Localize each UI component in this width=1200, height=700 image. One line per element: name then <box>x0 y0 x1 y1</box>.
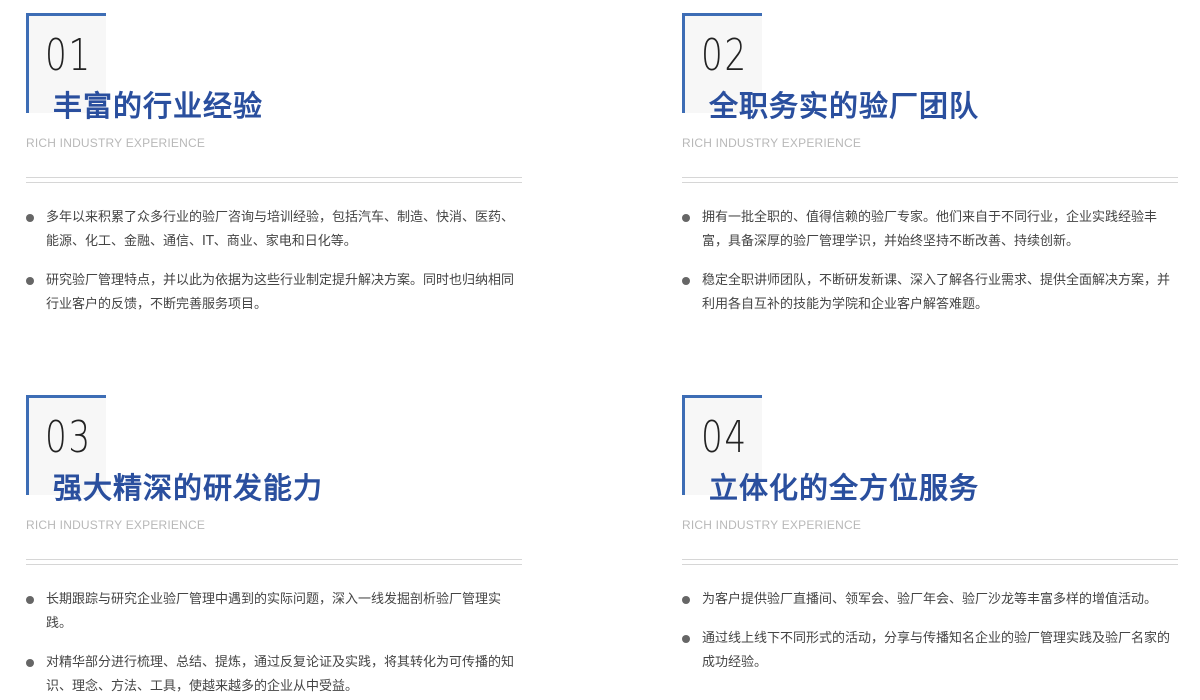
feature-section-2: 02 全职务实的验厂团队 RICH INDUSTRY EXPERIENCE 拥有… <box>682 13 1182 332</box>
list-item: 对精华部分进行梳理、总结、提炼，通过反复论证及实践，将其转化为可传播的知识、理念… <box>26 651 526 699</box>
bullet-icon <box>682 635 690 643</box>
section-number: 01 <box>45 30 92 81</box>
feature-list: 长期跟踪与研究企业验厂管理中遇到的实际问题，深入一线发掘剖析验厂管理实践。 对精… <box>26 588 526 699</box>
section-number: 02 <box>701 30 748 81</box>
section-number-box: 02 全职务实的验厂团队 <box>682 13 978 123</box>
bullet-icon <box>682 277 690 285</box>
section-subtitle: RICH INDUSTRY EXPERIENCE <box>682 518 862 532</box>
bullet-icon <box>26 596 34 604</box>
bullet-icon <box>682 214 690 222</box>
section-number-box: 01 丰富的行业经验 <box>26 13 262 123</box>
bullet-icon <box>682 596 690 604</box>
feature-list: 拥有一批全职的、值得信赖的验厂专家。他们来自于不同行业，企业实践经验丰富，具备深… <box>682 206 1182 317</box>
section-title: 强大精深的研发能力 <box>53 471 324 505</box>
feature-section-4: 04 立体化的全方位服务 RICH INDUSTRY EXPERIENCE 为客… <box>682 395 1182 690</box>
section-divider <box>682 177 1178 183</box>
section-title: 丰富的行业经验 <box>53 89 264 123</box>
feature-section-3: 03 强大精深的研发能力 RICH INDUSTRY EXPERIENCE 长期… <box>26 395 526 700</box>
section-title: 全职务实的验厂团队 <box>709 89 980 123</box>
list-item: 研究验厂管理特点，并以此为依据为这些行业制定提升解决方案。同时也归纳相同行业客户… <box>26 269 526 317</box>
section-subtitle: RICH INDUSTRY EXPERIENCE <box>26 518 206 532</box>
list-item-text: 为客户提供验厂直播间、领军会、验厂年会、验厂沙龙等丰富多样的增值活动。 <box>702 592 1158 607</box>
bullet-icon <box>26 659 34 667</box>
list-item: 为客户提供验厂直播间、领军会、验厂年会、验厂沙龙等丰富多样的增值活动。 <box>682 588 1182 612</box>
section-divider <box>26 559 522 565</box>
feature-list: 为客户提供验厂直播间、领军会、验厂年会、验厂沙龙等丰富多样的增值活动。 通过线上… <box>682 588 1182 675</box>
section-number: 04 <box>701 412 748 463</box>
list-item: 长期跟踪与研究企业验厂管理中遇到的实际问题，深入一线发掘剖析验厂管理实践。 <box>26 588 526 636</box>
section-number: 03 <box>45 412 92 463</box>
section-subtitle: RICH INDUSTRY EXPERIENCE <box>26 136 206 150</box>
bullet-icon <box>26 214 34 222</box>
section-title: 立体化的全方位服务 <box>709 471 980 505</box>
list-item-text: 研究验厂管理特点，并以此为依据为这些行业制定提升解决方案。同时也归纳相同行业客户… <box>46 273 515 312</box>
features-grid: 01 丰富的行业经验 RICH INDUSTRY EXPERIENCE 多年以来… <box>0 0 1200 700</box>
list-item: 通过线上线下不同形式的活动，分享与传播知名企业的验厂管理实践及验厂名家的成功经验… <box>682 627 1182 675</box>
section-divider <box>682 559 1178 565</box>
list-item-text: 多年以来积累了众多行业的验厂咨询与培训经验，包括汽车、制造、快消、医药、能源、化… <box>46 210 515 249</box>
feature-list: 多年以来积累了众多行业的验厂咨询与培训经验，包括汽车、制造、快消、医药、能源、化… <box>26 206 526 317</box>
section-number-box: 03 强大精深的研发能力 <box>26 395 322 505</box>
section-divider <box>26 177 522 183</box>
section-subtitle: RICH INDUSTRY EXPERIENCE <box>682 136 862 150</box>
list-item: 多年以来积累了众多行业的验厂咨询与培训经验，包括汽车、制造、快消、医药、能源、化… <box>26 206 526 254</box>
list-item: 稳定全职讲师团队，不断研发新课、深入了解各行业需求、提供全面解决方案，并利用各自… <box>682 269 1182 317</box>
list-item-text: 长期跟踪与研究企业验厂管理中遇到的实际问题，深入一线发掘剖析验厂管理实践。 <box>46 592 502 631</box>
section-number-box: 04 立体化的全方位服务 <box>682 395 978 505</box>
list-item-text: 稳定全职讲师团队，不断研发新课、深入了解各行业需求、提供全面解决方案，并利用各自… <box>702 273 1171 312</box>
list-item-text: 通过线上线下不同形式的活动，分享与传播知名企业的验厂管理实践及验厂名家的成功经验… <box>702 631 1171 670</box>
list-item-text: 对精华部分进行梳理、总结、提炼，通过反复论证及实践，将其转化为可传播的知识、理念… <box>46 655 515 694</box>
list-item: 拥有一批全职的、值得信赖的验厂专家。他们来自于不同行业，企业实践经验丰富，具备深… <box>682 206 1182 254</box>
list-item-text: 拥有一批全职的、值得信赖的验厂专家。他们来自于不同行业，企业实践经验丰富，具备深… <box>702 210 1158 249</box>
feature-section-1: 01 丰富的行业经验 RICH INDUSTRY EXPERIENCE 多年以来… <box>26 13 526 332</box>
bullet-icon <box>26 277 34 285</box>
